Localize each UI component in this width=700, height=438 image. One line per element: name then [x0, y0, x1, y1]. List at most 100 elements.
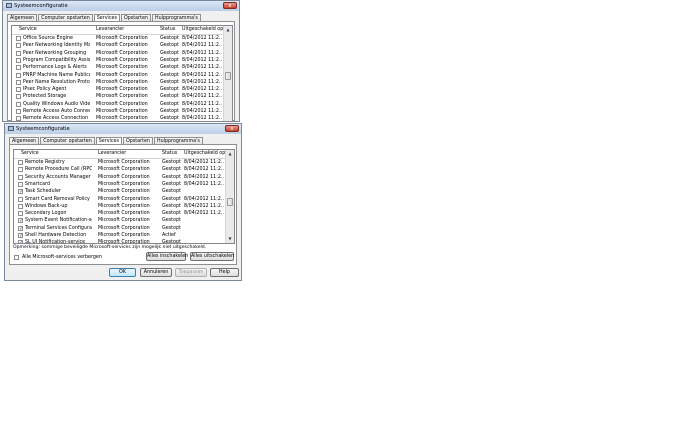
- service-checkbox[interactable]: [16, 72, 21, 78]
- service-status: Actief: [162, 233, 176, 238]
- service-name: Remote Procedure Call (RPC) Lo...: [25, 167, 92, 173]
- table-row[interactable]: ✓Terminal Services Configuration Microsof…: [14, 225, 225, 232]
- service-disabled-date: 8/04/2012 11:2...: [184, 174, 224, 180]
- service-checkbox[interactable]: [16, 65, 21, 71]
- tab-general[interactable]: Algemeen: [7, 14, 38, 21]
- col-status[interactable]: Status: [162, 151, 182, 156]
- scroll-up-icon[interactable]: ▲: [226, 150, 234, 158]
- table-row[interactable]: Program Compatibility Assistant-... Micro…: [12, 57, 223, 64]
- scroll-up-icon[interactable]: ▲: [224, 26, 232, 34]
- col-service[interactable]: Service: [19, 27, 86, 32]
- service-checkbox[interactable]: ✓: [18, 240, 23, 243]
- table-row[interactable]: Security Accounts Manager Microsoft Corpo…: [14, 174, 225, 181]
- service-disabled-date: 8/04/2012 11:2...: [182, 94, 222, 100]
- tab-tools[interactable]: Hulpprogramma's: [153, 137, 203, 144]
- table-row[interactable]: ✓System Event Notification-service Micros…: [14, 217, 225, 224]
- service-checkbox[interactable]: [18, 160, 23, 165]
- service-name: Terminal Services Configuration: [25, 225, 92, 231]
- apply-button[interactable]: Toepassen: [175, 268, 207, 277]
- table-row[interactable]: ✓ SL UI Notification-service Microsoft Cor…: [14, 239, 225, 243]
- service-checkbox[interactable]: [18, 167, 23, 173]
- table-row[interactable]: Remote Access Connection Man... Microsoft…: [12, 115, 223, 121]
- vertical-scrollbar[interactable]: ▲: [223, 26, 232, 121]
- service-disabled-date: 8/04/2012 11:2...: [182, 72, 222, 78]
- service-status: Gestopt: [160, 101, 179, 107]
- service-checkbox[interactable]: ✓: [18, 218, 23, 224]
- tab-tools[interactable]: Hulpprogramma's: [151, 14, 201, 21]
- hide-ms-services-checkbox[interactable]: [14, 255, 19, 260]
- table-row[interactable]: Peer Name Resolution Protocol Microsoft C…: [12, 79, 223, 86]
- table-row[interactable]: Smartcard Microsoft Corporation Gestopt 8/0…: [14, 181, 225, 188]
- service-checkbox[interactable]: [16, 94, 21, 100]
- service-checkbox[interactable]: [16, 50, 21, 56]
- service-checkbox[interactable]: [16, 101, 21, 107]
- scroll-down-icon[interactable]: ▼: [226, 235, 234, 243]
- col-status[interactable]: Status: [160, 27, 180, 32]
- service-status: Gestopt: [162, 196, 181, 202]
- table-row[interactable]: Smart Card Removal Policy Microsoft Corpo…: [14, 196, 225, 203]
- service-checkbox[interactable]: ✓: [18, 233, 23, 239]
- service-checkbox[interactable]: [18, 181, 23, 187]
- col-disabled-on[interactable]: Uitgeschakeld op: [184, 151, 225, 156]
- table-row[interactable]: Remote Procedure Call (RPC) Lo... Microso…: [14, 166, 225, 173]
- service-checkbox[interactable]: [16, 36, 21, 41]
- col-disabled-on[interactable]: Uitgeschakeld op: [182, 27, 223, 32]
- table-row[interactable]: Peer Networking Identity Manager Microsof…: [12, 42, 223, 49]
- services-note: Opmerking: sommige beveiligde Microsoft-…: [13, 245, 207, 250]
- service-checkbox[interactable]: [16, 116, 21, 121]
- tab-startup[interactable]: Opstarten: [120, 14, 151, 21]
- service-checkbox[interactable]: [16, 57, 21, 63]
- disable-all-button[interactable]: Alles uitschakelen: [190, 252, 234, 261]
- title-bar[interactable]: Systeemconfiguratie x: [5, 124, 241, 134]
- table-row[interactable]: ✓ Shell Hardware Detection Microsoft Corpo…: [14, 232, 225, 239]
- table-row[interactable]: Peer Networking Grouping Microsoft Corpor…: [12, 50, 223, 57]
- table-row[interactable]: Protected Storage Microsoft Corporation Ge…: [12, 93, 223, 100]
- table-row[interactable]: IPsec Policy Agent Microsoft Corporation G…: [12, 86, 223, 93]
- enable-all-button[interactable]: Alles inschakelen: [146, 252, 188, 261]
- service-checkbox[interactable]: ✓: [18, 189, 23, 195]
- col-vendor[interactable]: Leverancier: [96, 27, 156, 32]
- table-row[interactable]: Office Source Engine Microsoft Corporatio…: [12, 35, 223, 42]
- service-checkbox[interactable]: [16, 87, 21, 93]
- close-button[interactable]: x: [225, 125, 239, 132]
- table-row[interactable]: Remote Registry Microsoft Corporation Gest…: [14, 159, 225, 166]
- table-row[interactable]: ✓ Task Scheduler Microsoft Corporation Gest…: [14, 188, 225, 195]
- scroll-thumb[interactable]: [225, 72, 231, 80]
- tab-boot[interactable]: Computer opstarten: [40, 137, 95, 144]
- tab-boot[interactable]: Computer opstarten: [38, 14, 93, 21]
- ok-button[interactable]: OK: [109, 268, 136, 277]
- service-checkbox[interactable]: [16, 79, 21, 85]
- service-vendor: Microsoft Corporation: [98, 181, 150, 187]
- service-name: Windows Back-up: [25, 203, 68, 209]
- table-row[interactable]: Windows Back-up Microsoft Corporation Gest…: [14, 203, 225, 210]
- col-vendor[interactable]: Leverancier: [98, 151, 158, 156]
- tab-startup[interactable]: Opstarten: [122, 137, 153, 144]
- service-status: Gestopt: [160, 94, 179, 100]
- service-checkbox[interactable]: [16, 43, 21, 49]
- table-row[interactable]: Remote Access Auto Connection... Microsof…: [12, 108, 223, 115]
- service-name: Smart Card Removal Policy: [25, 196, 90, 202]
- services-panel: Service Leverancier Status Uitgeschakeld…: [9, 144, 237, 265]
- table-row[interactable]: Secondary Logon Microsoft Corporation Gest…: [14, 210, 225, 217]
- service-status: Gestopt: [160, 87, 179, 93]
- cancel-button[interactable]: Annuleren: [140, 268, 172, 277]
- service-checkbox[interactable]: [18, 174, 23, 180]
- title-bar[interactable]: Systeemconfiguratie x: [3, 1, 239, 11]
- table-row[interactable]: PNRP Machine Name Publication-... Microso…: [12, 72, 223, 79]
- service-checkbox[interactable]: [18, 196, 23, 202]
- service-status: Gestopt: [162, 189, 181, 195]
- service-checkbox[interactable]: [18, 203, 23, 209]
- vertical-scrollbar[interactable]: ▲ ▼: [225, 150, 234, 243]
- table-row[interactable]: Quality Windows Audio Video Ex... Microso…: [12, 101, 223, 108]
- service-status: Gestopt: [162, 160, 181, 165]
- service-checkbox[interactable]: [16, 109, 21, 114]
- help-button[interactable]: Help: [210, 268, 239, 277]
- scroll-thumb[interactable]: [227, 198, 233, 206]
- close-button[interactable]: x: [223, 2, 237, 9]
- service-name: Peer Networking Grouping: [23, 50, 87, 56]
- col-service[interactable]: Service: [21, 151, 88, 156]
- service-checkbox[interactable]: ✓: [18, 225, 23, 231]
- tab-general[interactable]: Algemeen: [9, 137, 40, 144]
- table-row[interactable]: Performance Logs & Alerts Microsoft Corpo…: [12, 64, 223, 71]
- service-checkbox[interactable]: [18, 211, 23, 217]
